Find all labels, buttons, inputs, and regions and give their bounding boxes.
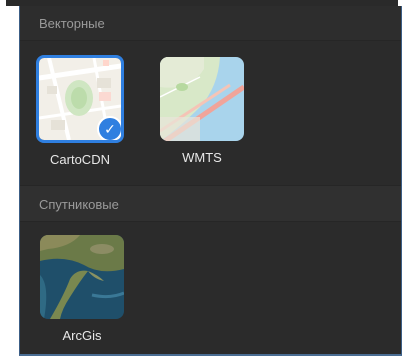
layer-thumbnail-wmts[interactable] bbox=[160, 57, 244, 141]
section-header-satellite: Спутниковые bbox=[20, 185, 401, 222]
layer-thumbnail-arcgis[interactable] bbox=[40, 235, 124, 319]
layer-label-wmts: WMTS bbox=[182, 150, 222, 165]
layer-tile-arcgis[interactable]: ArcGis bbox=[37, 235, 127, 343]
section-header-vector: Векторные bbox=[20, 6, 401, 41]
map-layer-picker-panel: Векторные ✓ CartoCDN WMTS Спутниковые Ar… bbox=[19, 6, 402, 356]
layer-tile-cartocdn[interactable]: ✓ CartoCDN bbox=[35, 55, 125, 167]
satellite-preview-image bbox=[40, 235, 124, 319]
window-left-margin bbox=[0, 0, 6, 363]
wmts-map-preview-image bbox=[160, 57, 244, 141]
layer-tile-wmts[interactable]: WMTS bbox=[157, 57, 247, 165]
selected-check-icon: ✓ bbox=[97, 116, 121, 140]
layer-thumbnail-cartocdn[interactable]: ✓ bbox=[36, 55, 124, 143]
layer-label-cartocdn: CartoCDN bbox=[50, 152, 110, 167]
layer-label-arcgis: ArcGis bbox=[62, 328, 102, 343]
